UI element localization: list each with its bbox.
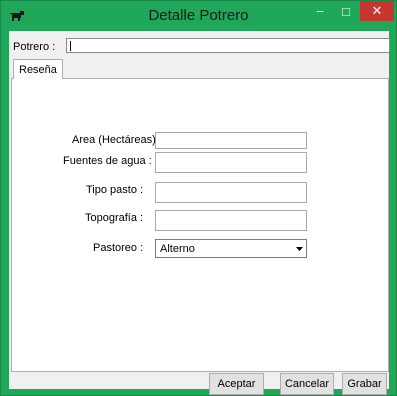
topografia-input[interactable]: [155, 210, 307, 231]
title-bar[interactable]: Detalle Potrero − □ ✕: [1, 1, 396, 31]
pastoreo-selected-value: Alterno: [160, 242, 195, 255]
tab-resena[interactable]: Reseña: [13, 59, 63, 79]
maximize-icon: □: [342, 3, 350, 19]
potrero-input[interactable]: [66, 38, 390, 53]
minimize-icon: −: [316, 3, 324, 19]
maximize-button[interactable]: □: [333, 1, 359, 21]
close-icon: ✕: [371, 3, 383, 18]
tab-resena-label: Reseña: [19, 64, 57, 76]
chevron-down-icon[interactable]: [292, 246, 306, 251]
tipo-pasto-label: Tipo pasto :: [86, 184, 144, 196]
topografia-label: Topografía :: [85, 212, 144, 224]
tab-panel-resena: Area (Hectáreas): Fuentes de agua : Tipo…: [11, 78, 389, 372]
minimize-button[interactable]: −: [307, 1, 333, 21]
pastoreo-select[interactable]: Alterno: [155, 239, 307, 258]
fuentes-agua-input[interactable]: [155, 152, 307, 173]
aceptar-button[interactable]: Aceptar: [209, 373, 264, 395]
pastoreo-label: Pastoreo :: [93, 242, 144, 254]
area-input[interactable]: [155, 132, 307, 149]
close-button[interactable]: ✕: [360, 1, 394, 21]
potrero-label: Potrero :: [13, 41, 56, 53]
cancelar-button[interactable]: Cancelar: [280, 373, 334, 395]
dialog-window: Detalle Potrero − □ ✕ Potrero : Reseña A…: [0, 0, 397, 396]
dialog-client-area: Potrero : Reseña Area (Hectáreas): Fuent…: [9, 31, 390, 395]
grabar-button[interactable]: Grabar: [342, 373, 387, 395]
text-caret: [70, 41, 71, 51]
area-label: Area (Hectáreas):: [72, 134, 159, 146]
fuentes-agua-label: Fuentes de agua :: [63, 155, 152, 167]
tipo-pasto-input[interactable]: [155, 182, 307, 203]
